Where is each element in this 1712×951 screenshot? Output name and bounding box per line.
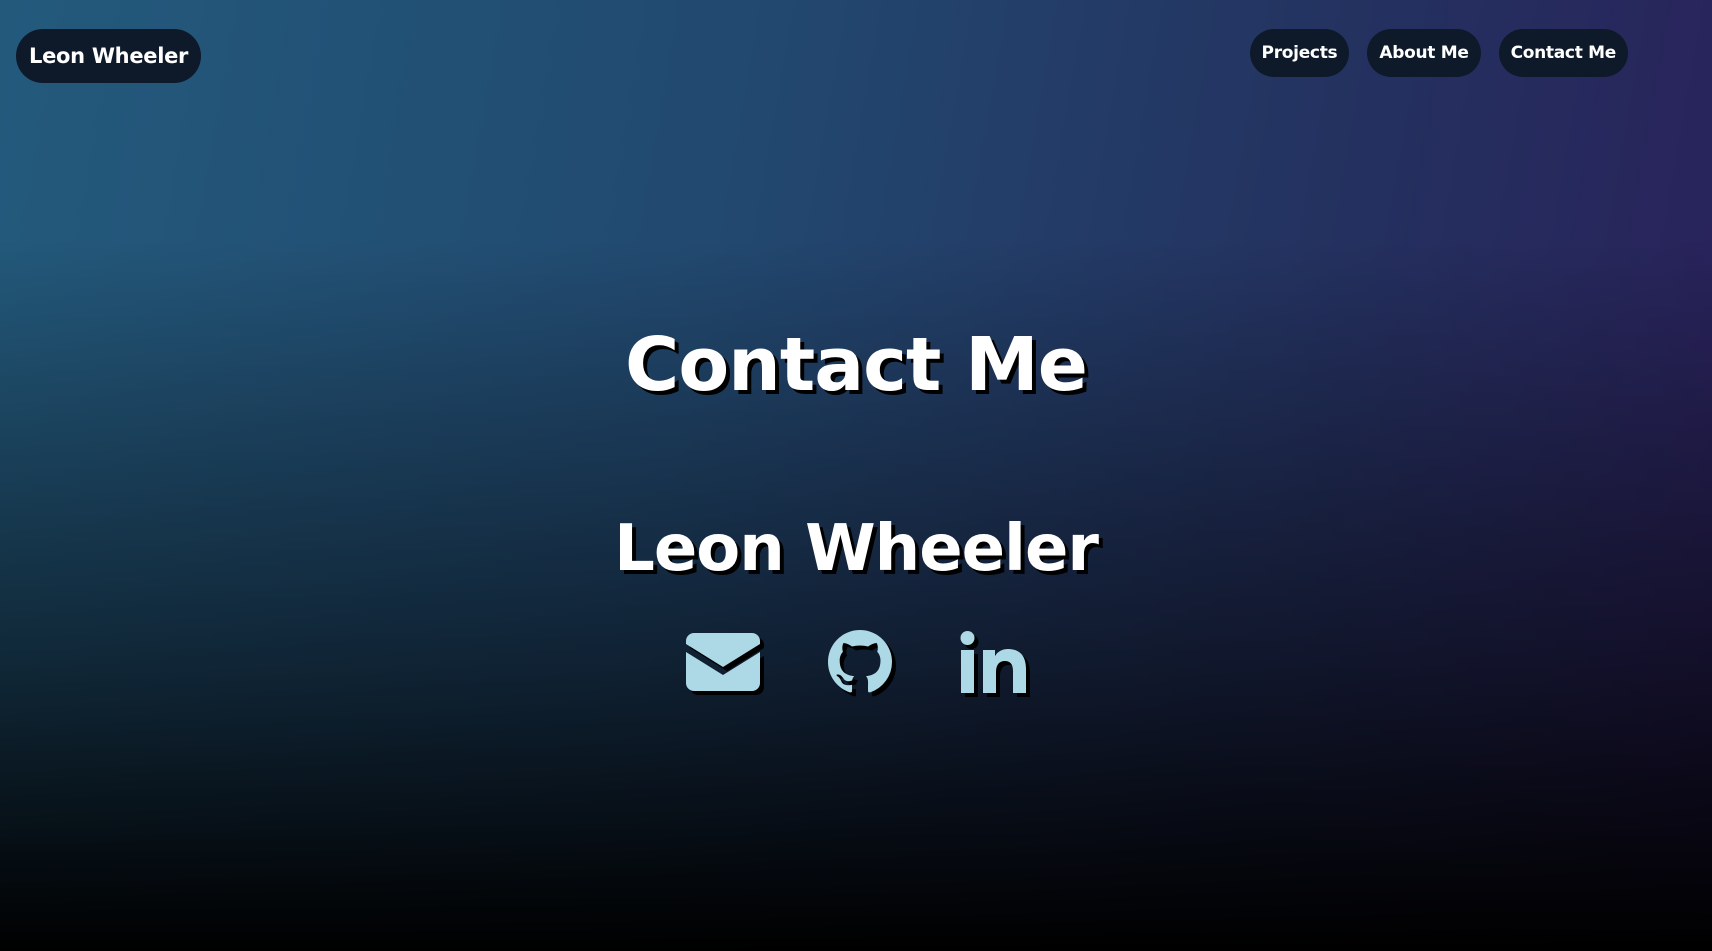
- nav-contact-me-link[interactable]: Contact Me: [1498, 29, 1628, 77]
- social-links: [0, 630, 1712, 694]
- page-title: Contact Me: [625, 322, 1088, 408]
- linkedin-icon[interactable]: [960, 631, 1026, 693]
- github-icon[interactable]: [828, 630, 892, 694]
- envelope-icon[interactable]: [686, 633, 760, 691]
- nav-about-me-link[interactable]: About Me: [1367, 29, 1481, 77]
- nav-projects-link[interactable]: Projects: [1249, 29, 1350, 77]
- contact-name: Leon Wheeler: [614, 512, 1099, 586]
- brand-home-button[interactable]: Leon Wheeler: [16, 29, 202, 83]
- top-nav: Projects About Me Contact Me: [1249, 29, 1628, 77]
